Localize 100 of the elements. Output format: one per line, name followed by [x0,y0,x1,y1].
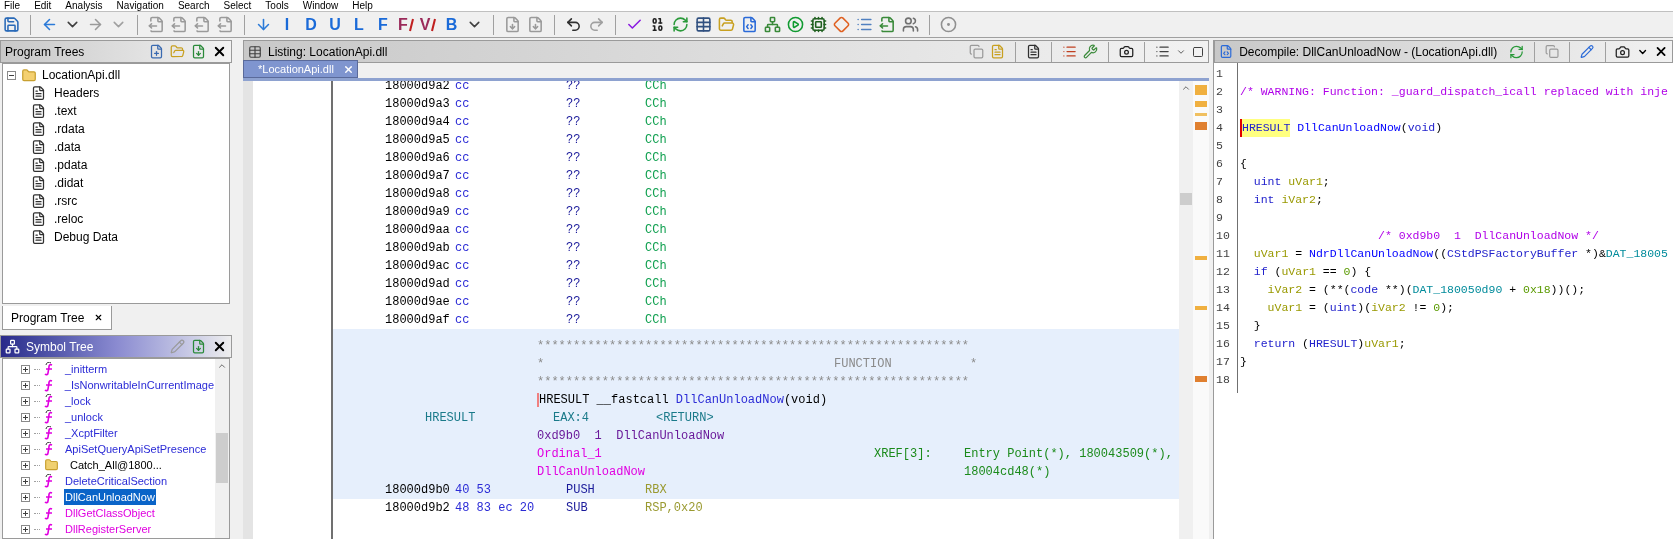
toolbar-button[interactable]: U [326,14,344,35]
menu-item[interactable]: Edit [34,0,52,11]
tree-item[interactable]: Headers [54,84,100,102]
expand-toggle[interactable] [21,492,30,502]
close-icon[interactable] [212,44,227,59]
new-tree-icon[interactable] [149,44,164,59]
snapshot-icon[interactable] [1615,43,1631,60]
tree-item[interactable]: .text [54,102,77,120]
copy-icon[interactable] [1545,44,1560,59]
expand-toggle[interactable] [21,460,30,470]
expand-toggle[interactable] [21,412,30,422]
scrollbar-thumb[interactable] [1180,193,1192,205]
maximize-icon[interactable] [1192,45,1204,58]
document-arrow-icon[interactable] [191,44,206,59]
tree-item[interactable]: LocationApi.dll [42,66,121,84]
menu-item[interactable]: Search [177,0,210,11]
folder-icon[interactable] [170,44,185,59]
code-token: void [1407,120,1436,136]
expand-toggle[interactable] [21,444,30,454]
snapshot-icon[interactable] [1119,44,1134,59]
copy-icon[interactable] [969,44,984,59]
symbol-item[interactable]: _XcptFilter [64,424,119,442]
scroll-up-icon[interactable] [1181,83,1191,93]
code-token: } [1252,318,1261,334]
menu-item[interactable]: File [4,0,21,11]
expand-toggle[interactable] [21,508,30,518]
menu-item[interactable]: Tools [265,0,289,11]
tree-item[interactable]: .pdata [54,156,88,174]
expand-toggle[interactable] [21,476,30,486]
close-icon[interactable] [212,339,227,354]
play-icon[interactable] [787,16,805,33]
tree-item[interactable]: .didat [54,174,84,192]
options-icon[interactable] [1155,44,1170,59]
symbol-item[interactable]: Catch_All@1800... [69,456,163,474]
code-icon[interactable] [741,16,759,33]
field-editor-icon[interactable] [1062,44,1077,59]
tree-item[interactable]: .data [54,138,81,156]
undo-icon[interactable] [565,16,583,33]
symbol-item[interactable]: DllCanUnloadNow [64,488,156,506]
table-icon[interactable] [695,16,713,33]
menu-item[interactable]: Analysis [65,0,103,11]
chip-icon[interactable] [810,16,828,33]
document-arrow-icon[interactable] [191,339,206,354]
symbol-item[interactable]: _initterm [64,360,109,378]
symbol-item[interactable]: _IsNonwritableInCurrentImage [63,376,215,394]
toolbar-button[interactable]: F [374,14,392,35]
expand-toggle[interactable] [21,380,30,390]
toolbar-button[interactable]: V [419,14,437,35]
tree-item[interactable]: .rdata [54,120,85,138]
menu-item[interactable]: Select [223,0,252,11]
menu-item[interactable]: Navigation [116,0,164,11]
panel-title: Listing: LocationApi.dll [268,43,388,61]
symbol-item[interactable]: DllRegisterServer [64,520,153,538]
redo-icon[interactable] [588,16,606,33]
back-icon[interactable] [41,16,58,33]
document-arrow-icon[interactable] [148,16,165,33]
scrollbar-thumb[interactable] [216,433,228,483]
toolbar-button[interactable]: B [442,14,461,35]
symbol-item[interactable]: _unlock [64,408,104,426]
export-icon[interactable] [879,16,897,33]
symbol-item[interactable]: _lock [64,392,92,410]
expand-toggle[interactable] [21,524,30,534]
tree-item[interactable]: .reloc [54,210,84,228]
toolbar-button[interactable]: L [350,14,368,35]
circle-icon[interactable] [940,16,958,33]
collapse-toggle[interactable] [7,70,16,80]
list-icon[interactable] [856,16,874,33]
menu-item[interactable]: Window [302,0,339,11]
down-arrow-icon[interactable] [255,16,272,33]
close-icon[interactable] [94,313,104,322]
document-arrow-icon[interactable] [217,16,234,33]
document-icon[interactable] [527,16,545,33]
edit-icon[interactable] [1580,44,1595,59]
paste-icon[interactable] [990,44,1005,59]
scroll-up-icon[interactable] [217,361,227,371]
refresh-icon[interactable] [1509,43,1525,60]
symbol-item[interactable]: DllGetClassObject [64,504,156,522]
toolbar-button[interactable]: I [278,14,296,35]
menu-item[interactable]: Help [352,0,373,11]
document-arrow-icon[interactable] [194,16,211,33]
comment-border: * [537,356,546,373]
expand-toggle[interactable] [21,396,30,406]
panel-tab[interactable]: Program Tree [2,306,113,330]
forward-icon[interactable] [87,16,104,33]
folder-icon[interactable] [718,16,736,33]
toolbar-button[interactable]: D [302,14,320,35]
tree-item[interactable]: .rsrc [54,192,78,210]
tree-item[interactable]: Debug Data [54,228,119,246]
diamond-icon[interactable] [833,16,851,33]
symbol-item[interactable]: ApiSetQueryApiSetPresence [64,440,208,458]
tool-icon[interactable] [1083,44,1098,59]
symbol-item[interactable]: DeleteCriticalSection [64,472,169,490]
expand-toggle[interactable] [21,364,30,374]
toolbar-button[interactable]: F [398,14,414,35]
document-icon[interactable] [504,16,522,33]
document-arrow-icon[interactable] [171,16,188,33]
expand-toggle[interactable] [21,428,30,438]
scrollbar[interactable] [215,359,229,538]
save-icon[interactable] [3,16,20,33]
refresh-icon[interactable] [672,16,690,33]
